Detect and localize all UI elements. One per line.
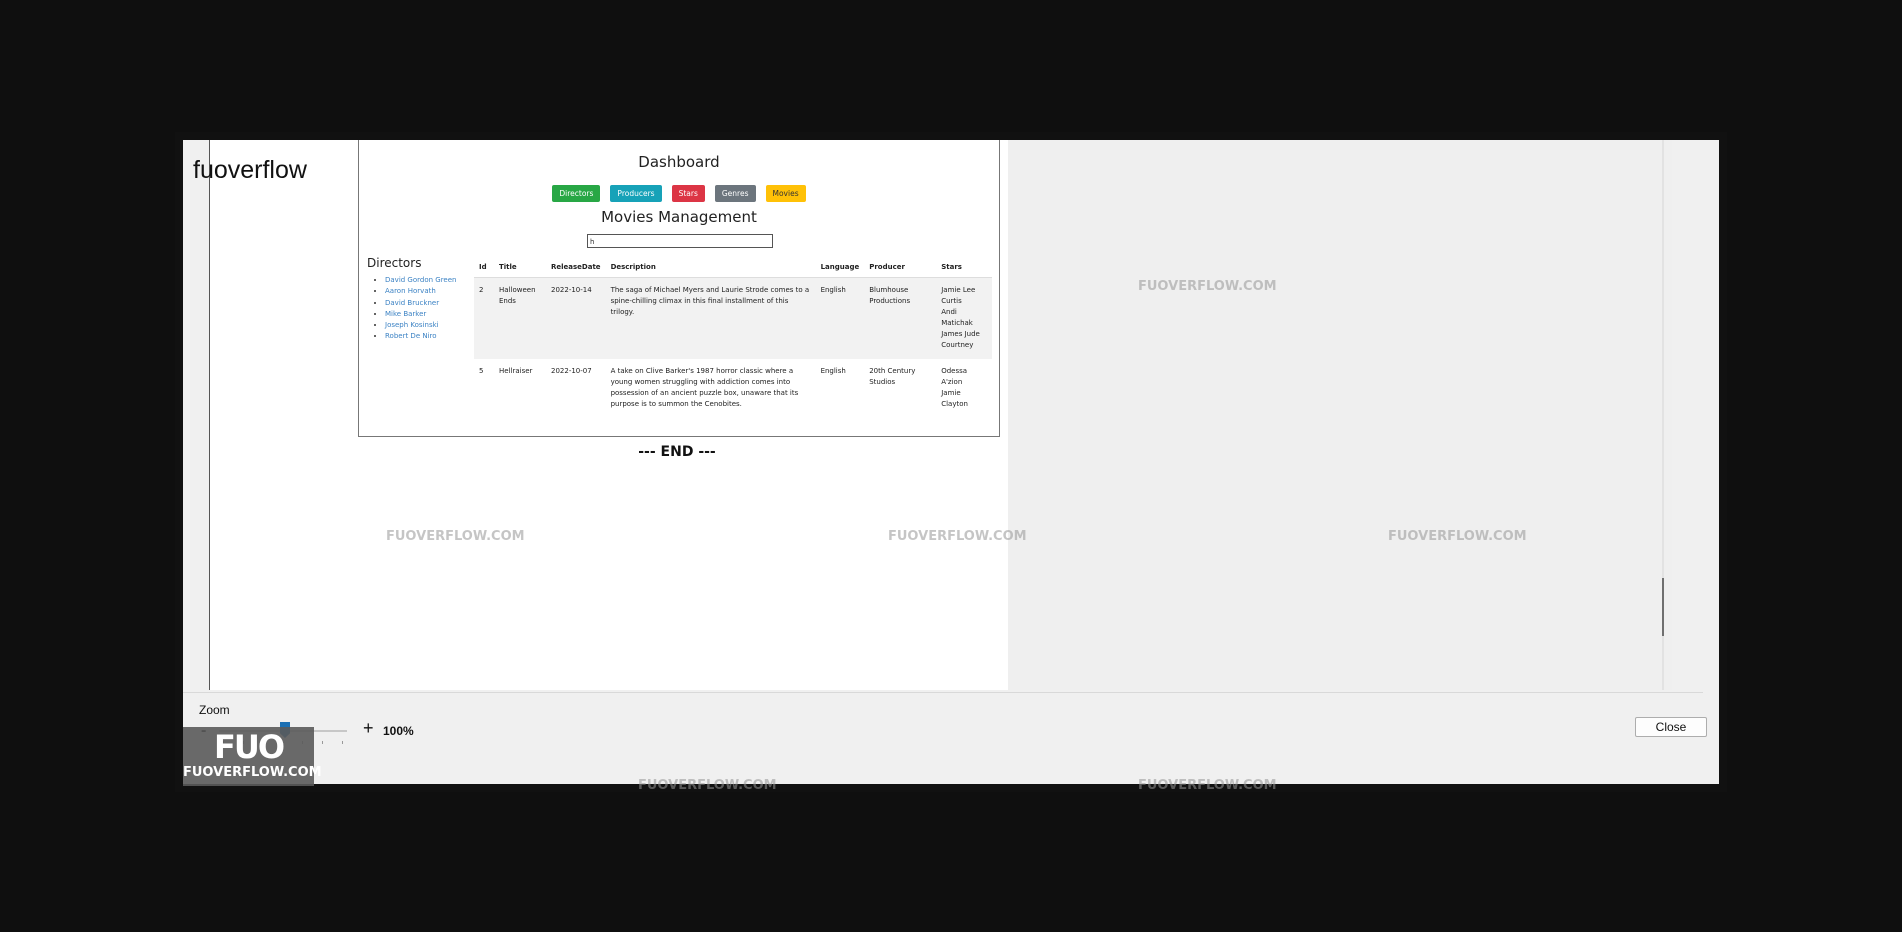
stars-button[interactable]: Stars [671, 185, 705, 202]
director-link[interactable]: David Bruckner [385, 299, 439, 307]
genres-button[interactable]: Genres [714, 185, 756, 202]
producers-button[interactable]: Producers [610, 185, 662, 202]
directors-heading: Directors [367, 256, 422, 270]
col-title: Title [494, 261, 546, 278]
close-button[interactable]: Close [1635, 717, 1707, 737]
cell-id: 5 [479, 367, 484, 375]
cell-producer: Blumhouse Productions [864, 277, 937, 359]
vertical-scrollbar-thumb[interactable] [1662, 578, 1664, 636]
col-id: Id [474, 261, 494, 278]
cell-stars: Odessa A'zion Jamie Clayton [936, 359, 992, 418]
director-link[interactable]: Aaron Horvath [385, 287, 436, 295]
star-name: Courtney [941, 341, 974, 349]
col-release-date: ReleaseDate [546, 261, 606, 278]
footer-divider [183, 692, 1703, 693]
cell-title: Halloween Ends [494, 277, 546, 359]
movies-management-title: Movies Management [601, 208, 757, 226]
logo-site: FUOVERFLOW.COM [183, 765, 322, 780]
cell-title: Hellraiser [499, 367, 533, 375]
director-item[interactable]: Mike Barker [385, 309, 456, 320]
movies-table: Id Title ReleaseDate Description Languag… [474, 261, 992, 418]
cell-stars: Jamie Lee Curtis Andi Matichak James Jud… [936, 277, 992, 359]
director-link[interactable]: Robert De Niro [385, 332, 437, 340]
cell-release-date: 2022-10-07 [551, 367, 592, 375]
cell-language: English [815, 277, 865, 359]
director-item[interactable]: David Gordon Green [385, 275, 456, 286]
image-viewer-window: Dashboard Directors Producers Stars Genr… [183, 140, 1719, 784]
dashboard-title: Dashboard [638, 153, 720, 171]
cell-producer: 20th Century Studios [869, 367, 916, 386]
director-link[interactable]: David Gordon Green [385, 276, 456, 284]
col-stars: Stars [936, 261, 992, 278]
end-marker: --- END --- [638, 444, 716, 460]
director-link[interactable]: Joseph Kosinski [385, 321, 439, 329]
cell-release-date: 2022-10-14 [546, 277, 606, 359]
embedded-app-screenshot: Dashboard Directors Producers Stars Genr… [358, 140, 1000, 437]
movies-button[interactable]: Movies [765, 185, 806, 202]
logo-mark: FUO [213, 728, 285, 766]
directors-list: David Gordon Green Aaron Horvath David B… [377, 275, 456, 343]
zoom-label: Zoom [199, 703, 230, 717]
image-page-right [1008, 140, 1672, 690]
nav-button-group: Directors Producers Stars Genres Movies [359, 185, 999, 202]
col-description: Description [605, 261, 816, 278]
star-name: Odessa A'zion [941, 367, 968, 386]
cell-language: English [820, 367, 846, 375]
table-header-row: Id Title ReleaseDate Description Languag… [474, 261, 992, 278]
star-name: Jamie Lee Curtis [941, 286, 976, 305]
col-language: Language [815, 261, 865, 278]
cell-description: A take on Clive Barker's 1987 horror cla… [610, 367, 799, 408]
star-name: James Jude [941, 330, 980, 338]
watermark-logo: FUO FUOVERFLOW.COM [183, 727, 322, 786]
director-item[interactable]: Aaron Horvath [385, 286, 456, 297]
cell-id: 2 [474, 277, 494, 359]
search-input[interactable]: h [587, 234, 773, 248]
directors-button[interactable]: Directors [552, 185, 601, 202]
zoom-in-button[interactable]: + [363, 718, 374, 739]
table-row: 2 Halloween Ends 2022-10-14 The saga of … [474, 277, 992, 359]
director-item[interactable]: David Bruckner [385, 298, 456, 309]
cell-description: The saga of Michael Myers and Laurie Str… [605, 277, 816, 359]
star-name: Jamie Clayton [941, 389, 968, 408]
col-producer: Producer [864, 261, 937, 278]
director-link[interactable]: Mike Barker [385, 310, 426, 318]
zoom-value: 100% [383, 724, 414, 738]
director-item[interactable]: Joseph Kosinski [385, 320, 456, 331]
table-row: 5 Hellraiser 2022-10-07 A take on Clive … [474, 359, 992, 418]
brand-label: fuoverflow [193, 156, 307, 184]
image-viewport[interactable]: Dashboard Directors Producers Stars Genr… [209, 140, 1672, 690]
director-item[interactable]: Robert De Niro [385, 331, 456, 342]
star-name: Andi Matichak [941, 308, 973, 327]
